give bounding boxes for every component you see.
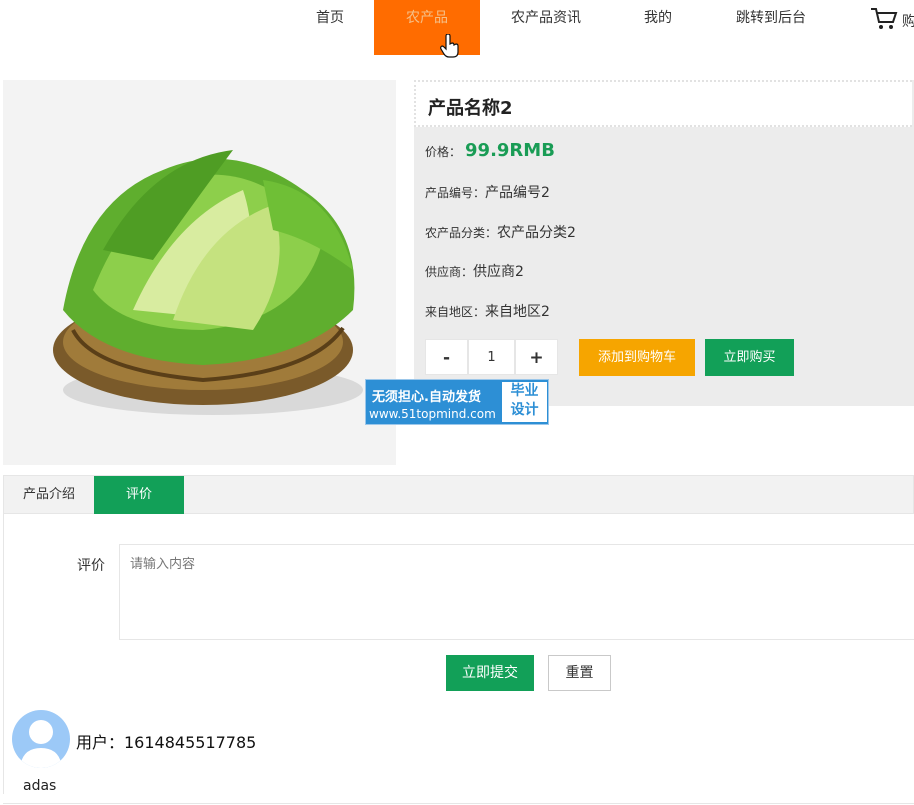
product-title: 产品名称2 [428,98,513,119]
tab-reviews[interactable]: 评价 [94,476,184,514]
nav-item-products[interactable]: 农产品 [374,0,480,55]
qty-input[interactable]: 1 [468,339,515,375]
submit-button[interactable]: 立即提交 [446,655,534,691]
top-nav: 首页 农产品 农产品资讯 我的 跳转到后台 购 [0,0,914,58]
comment-text: adas [23,778,57,794]
watermark-box-line2: 设计 [510,402,539,418]
add-to-cart-button[interactable]: 添加到购物车 [579,339,695,376]
review-textarea[interactable]: 请输入内容 [119,544,914,640]
category-value: 农产品分类2 [497,225,576,241]
detail-tabs: 产品介绍 评价 [3,475,914,514]
origin-row: 来自地区：来自地区2 [425,301,550,321]
category-row: 农产品分类：农产品分类2 [425,222,576,242]
avatar [12,710,70,768]
price-label: 价格： [425,145,462,159]
buy-now-button[interactable]: 立即购买 [705,339,794,376]
comment-user: 用户：1614845517785 [76,733,257,752]
divider [3,803,914,804]
supplier-label: 供应商： [425,265,474,279]
code-value: 产品编号2 [485,185,550,201]
supplier-value: 供应商2 [473,264,524,280]
qty-minus-button[interactable]: - [425,339,468,375]
nav-item-mine[interactable]: 我的 [630,0,686,55]
product-title-box: 产品名称2 [414,80,912,127]
watermark-line1: 无须担心.自动发货 [372,390,481,405]
price-value: 99.9RMB [465,140,555,161]
watermark-line2: www.51topmind.com [369,407,496,421]
supplier-row: 供应商：供应商2 [425,261,524,281]
product-image [3,80,396,465]
category-label: 农产品分类： [425,226,498,240]
price-row: 价格： 99.9RMB [425,140,555,161]
cart-link[interactable]: 购 [870,6,914,32]
cart-icon [871,8,898,29]
qty-plus-button[interactable]: + [515,339,558,375]
code-label: 产品编号： [425,186,486,200]
watermark-badge: 无须担心.自动发货 www.51topmind.com 毕业 设计 [365,379,549,425]
lettuce-basket-image [53,150,363,415]
product-info-panel: 产品名称2 价格： 99.9RMB 产品编号：产品编号2 农产品分类：农产品分类2… [414,80,914,406]
nav-item-news[interactable]: 农产品资讯 [500,0,592,55]
watermark-box-line1: 毕业 [510,383,539,399]
watermark-box: 毕业 设计 [502,382,547,422]
quantity-stepper: - 1 + [425,339,558,375]
origin-value: 来自地区2 [485,304,550,320]
cart-label: 购 [902,14,914,30]
nav-item-admin[interactable]: 跳转到后台 [725,0,817,55]
review-label: 评价 [77,558,105,574]
nav-item-home[interactable]: 首页 [300,0,360,55]
user-avatar-icon [20,720,62,768]
hand-cursor-icon [440,34,459,58]
reset-button[interactable]: 重置 [548,655,611,691]
tab-product-intro[interactable]: 产品介绍 [4,476,94,514]
origin-label: 来自地区： [425,305,486,319]
code-row: 产品编号：产品编号2 [425,182,550,202]
review-placeholder: 请输入内容 [130,557,196,572]
